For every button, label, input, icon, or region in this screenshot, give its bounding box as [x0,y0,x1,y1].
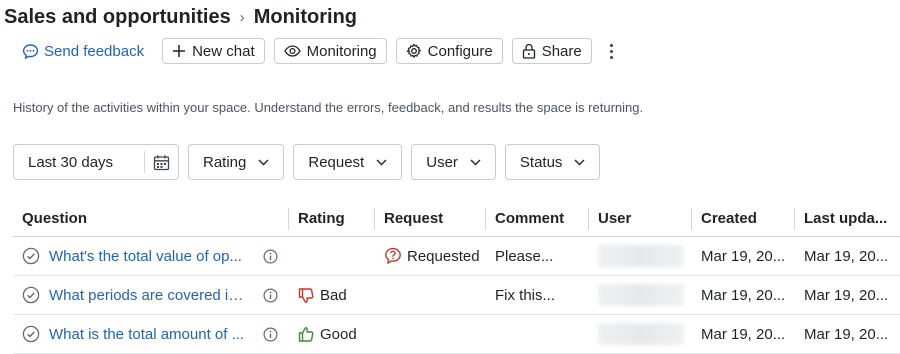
page-title: Monitoring [253,5,358,28]
request-cell [375,276,486,315]
updated-cell: Mar 19, 20... [804,286,889,304]
info-icon[interactable] [263,248,278,264]
comment-cell: Fix this... [495,286,556,304]
created-cell: Mar 19, 20... [701,286,786,304]
request-filter[interactable]: Request [293,144,403,180]
user-redacted [598,284,684,306]
activity-table: Question Rating Request Comment User Cre… [13,201,900,354]
date-range-value: Last 30 days [28,153,114,171]
chevron-down-icon [258,159,269,165]
breadcrumb-parent[interactable]: Sales and opportunities [4,6,231,29]
monitoring-button[interactable]: Monitoring [273,38,387,64]
column-header-request[interactable]: Request [375,201,486,237]
user-cell [589,315,692,354]
chevron-down-icon [470,159,481,165]
comment-cell: Please... [495,247,554,265]
send-feedback-label: Send feedback [44,42,145,60]
eye-icon [283,45,301,57]
request-bubble-icon [385,247,401,265]
table-row[interactable]: What periods are covered in... Bad Fix t… [13,276,900,315]
rating-cell: Bad [289,276,375,315]
request-cell: Requested [375,237,486,276]
configure-label: Configure [427,42,493,60]
user-filter-label: User [426,153,458,171]
date-range-picker[interactable]: Last 30 days [13,144,179,180]
question-cell: What's the total value of op... [13,237,289,276]
rating-cell [289,237,375,276]
comment-cell [486,315,589,354]
rating-value: Bad [320,286,347,304]
rating-filter-label: Rating [203,153,247,171]
user-filter[interactable]: User [411,144,496,180]
check-circle-icon [22,286,40,304]
chevron-down-icon [376,159,387,165]
thumbs-down-icon [298,287,314,303]
monitoring-label: Monitoring [306,42,377,60]
user-redacted [598,245,684,267]
request-cell [375,315,486,354]
calendar-icon[interactable] [145,154,178,171]
table-row[interactable]: What's the total value of op... Requeste… [13,237,900,276]
check-circle-icon [22,325,40,343]
more-options-icon[interactable] [603,38,621,64]
column-header-question[interactable]: Question [13,201,289,237]
created-cell: Mar 19, 20... [701,247,786,265]
plus-icon [173,45,186,57]
rating-cell: Good [289,315,375,354]
thumbs-up-icon [298,326,314,342]
rating-value: Good [320,325,357,343]
rating-filter[interactable]: Rating [188,144,285,180]
question-link[interactable]: What's the total value of op... [49,248,247,265]
column-header-user[interactable]: User [589,201,692,237]
share-label: Share [541,42,582,60]
status-filter-label: Status [519,153,563,171]
column-header-rating[interactable]: Rating [289,201,375,237]
toolbar: Send feedback New chat Monitoring Config… [14,38,621,64]
status-filter[interactable]: Status [504,144,601,180]
request-filter-label: Request [308,153,365,171]
column-header-last-updated[interactable]: Last upda... [795,201,900,237]
breadcrumb-separator: › [239,8,245,26]
configure-button[interactable]: Configure [395,38,503,64]
send-feedback-link[interactable]: Send feedback [14,38,152,64]
column-header-created[interactable]: Created [692,201,795,237]
feedback-icon [22,43,39,59]
table-row[interactable]: What is the total amount of ... Good Mar… [13,315,900,354]
info-icon[interactable] [263,326,278,342]
question-link[interactable]: What periods are covered in... [49,287,247,304]
question-cell: What is the total amount of ... [13,315,289,354]
question-link[interactable]: What is the total amount of ... [49,326,247,343]
request-status: Requested [407,247,480,265]
user-redacted [598,323,684,345]
chevron-down-icon [574,159,585,165]
column-header-comment[interactable]: Comment [486,201,589,237]
question-cell: What periods are covered in... [13,276,289,315]
new-chat-label: New chat [192,42,255,60]
filter-bar: Last 30 days Rating Request User Status [13,144,609,180]
share-button[interactable]: Share [511,38,592,64]
updated-cell: Mar 19, 20... [804,325,889,343]
user-cell [589,276,692,315]
check-circle-icon [22,247,40,265]
info-icon[interactable] [263,287,278,303]
updated-cell: Mar 19, 20... [804,247,889,265]
user-cell [589,237,692,276]
lock-icon [522,43,535,59]
created-cell: Mar 19, 20... [701,325,786,343]
new-chat-button[interactable]: New chat [162,38,265,64]
breadcrumb: Sales and opportunities › Monitoring [4,4,357,30]
table-header: Question Rating Request Comment User Cre… [13,201,900,237]
gear-icon [406,43,421,58]
page-description: History of the activities within your sp… [13,100,644,115]
